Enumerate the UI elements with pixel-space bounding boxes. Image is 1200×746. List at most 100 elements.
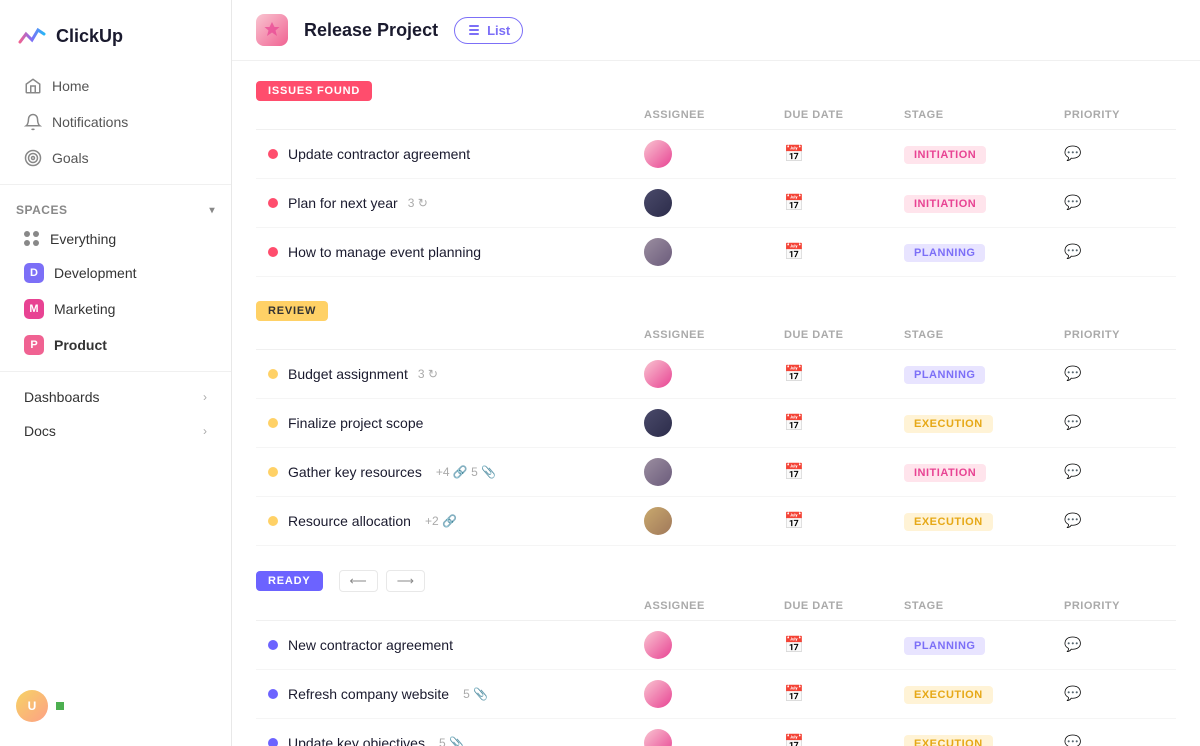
task-name: Budget assignment bbox=[288, 366, 408, 382]
task-row[interactable]: How to manage event planning 📅 PLANNING … bbox=[256, 228, 1176, 277]
calendar-icon: 📅 bbox=[784, 146, 804, 163]
sidebar-dashboards-label: Dashboards bbox=[24, 389, 100, 405]
calendar-icon: 📅 bbox=[784, 415, 804, 432]
sidebar-item-product[interactable]: P Product bbox=[8, 328, 223, 362]
priority-cell: 💬 bbox=[1064, 512, 1164, 530]
stage-badge: EXECUTION bbox=[904, 513, 993, 531]
col-assignee-2: ASSIGNEE bbox=[644, 329, 784, 341]
priority-cell: 💬 bbox=[1064, 365, 1164, 383]
toolbar-btn-2[interactable]: ⟶ bbox=[386, 570, 425, 592]
stage-badge: INITIATION bbox=[904, 146, 986, 164]
task-dot-red bbox=[268, 247, 278, 257]
task-meta: 5 📎 bbox=[463, 687, 488, 701]
task-name: Update key objectives bbox=[288, 735, 425, 746]
stage-cell: INITIATION bbox=[904, 194, 1064, 213]
group-review-header: REVIEW bbox=[256, 301, 1176, 321]
task-row[interactable]: Budget assignment 3 ↻ 📅 PLANNING 💬 bbox=[256, 350, 1176, 399]
stage-cell: PLANNING bbox=[904, 243, 1064, 262]
col-assignee-1: ASSIGNEE bbox=[644, 109, 784, 121]
avatar-cell bbox=[644, 729, 784, 746]
comment-icon: 💬 bbox=[1064, 636, 1081, 652]
due-date-cell: 📅 bbox=[784, 511, 904, 531]
due-date-cell: 📅 bbox=[784, 364, 904, 384]
logo-area: ClickUp bbox=[0, 12, 231, 68]
group-issues: ISSUES FOUND ASSIGNEE DUE DATE STAGE PRI… bbox=[256, 81, 1176, 277]
task-name: Plan for next year bbox=[288, 195, 398, 211]
priority-cell: 💬 bbox=[1064, 243, 1164, 261]
due-date-cell: 📅 bbox=[784, 462, 904, 482]
task-row[interactable]: Update key objectives 5 📎 📅 EXECUTION 💬 bbox=[256, 719, 1176, 746]
col-task-2 bbox=[268, 329, 644, 341]
col-duedate-3: DUE DATE bbox=[784, 600, 904, 612]
task-dot-red bbox=[268, 198, 278, 208]
sidebar-item-notifications[interactable]: Notifications bbox=[8, 105, 223, 139]
sidebar-everything-label: Everything bbox=[50, 231, 116, 247]
task-row[interactable]: Finalize project scope 📅 EXECUTION 💬 bbox=[256, 399, 1176, 448]
col-priority-3: PRIORITY bbox=[1064, 600, 1164, 612]
task-name-cell: Resource allocation +2 🔗 bbox=[268, 513, 644, 529]
stage-cell: INITIATION bbox=[904, 463, 1064, 482]
group-badge-issues[interactable]: ISSUES FOUND bbox=[256, 81, 372, 101]
sidebar-docs-label: Docs bbox=[24, 423, 56, 439]
avatar bbox=[644, 507, 672, 535]
task-name-cell: Gather key resources +4 🔗 5 📎 bbox=[268, 464, 644, 480]
comment-icon: 💬 bbox=[1064, 463, 1081, 479]
toolbar-btn-1[interactable]: ⟵ bbox=[339, 570, 378, 592]
sidebar-item-docs[interactable]: Docs › bbox=[8, 415, 223, 447]
calendar-icon: 📅 bbox=[784, 464, 804, 481]
sidebar-item-goals[interactable]: Goals bbox=[8, 141, 223, 175]
stage-cell: EXECUTION bbox=[904, 685, 1064, 704]
view-toggle-button[interactable]: List bbox=[454, 17, 523, 44]
task-name: New contractor agreement bbox=[288, 637, 453, 653]
sidebar-product-label: Product bbox=[54, 337, 107, 353]
sidebar-item-marketing[interactable]: M Marketing bbox=[8, 292, 223, 326]
calendar-icon: 📅 bbox=[784, 735, 804, 746]
group-badge-review[interactable]: REVIEW bbox=[256, 301, 328, 321]
bell-icon bbox=[24, 113, 42, 131]
task-dot-red bbox=[268, 149, 278, 159]
chevron-down-icon[interactable]: ▾ bbox=[209, 205, 215, 216]
task-meta: 5 📎 bbox=[439, 736, 464, 746]
task-row[interactable]: Gather key resources +4 🔗 5 📎 📅 INITIATI… bbox=[256, 448, 1176, 497]
group-ready: READY ⟵ ⟶ ASSIGNEE DUE DATE STAGE PRIORI… bbox=[256, 570, 1176, 746]
everything-icon bbox=[24, 231, 40, 247]
table-header-issues: ASSIGNEE DUE DATE STAGE PRIORITY bbox=[256, 101, 1176, 130]
task-row[interactable]: New contractor agreement 📅 PLANNING 💬 bbox=[256, 621, 1176, 670]
task-row[interactable]: Refresh company website 5 📎 📅 EXECUTION … bbox=[256, 670, 1176, 719]
stage-badge: EXECUTION bbox=[904, 686, 993, 704]
task-name: Resource allocation bbox=[288, 513, 411, 529]
user-avatar[interactable]: U bbox=[16, 690, 48, 722]
task-name: Finalize project scope bbox=[288, 415, 423, 431]
task-row[interactable]: Update contractor agreement 📅 INITIATION… bbox=[256, 130, 1176, 179]
sidebar-home-label: Home bbox=[52, 78, 89, 94]
spaces-header: Spaces ▾ bbox=[0, 193, 231, 223]
stage-cell: PLANNING bbox=[904, 636, 1064, 655]
col-priority-2: PRIORITY bbox=[1064, 329, 1164, 341]
sidebar-item-home[interactable]: Home bbox=[8, 69, 223, 103]
product-badge: P bbox=[24, 335, 44, 355]
home-icon bbox=[24, 77, 42, 95]
task-name-cell: How to manage event planning bbox=[268, 244, 644, 260]
stage-cell: INITIATION bbox=[904, 145, 1064, 164]
sidebar-item-development[interactable]: D Development bbox=[8, 256, 223, 290]
sidebar-item-everything[interactable]: Everything bbox=[8, 224, 223, 254]
task-row[interactable]: Plan for next year 3 ↻ 📅 INITIATION 💬 bbox=[256, 179, 1176, 228]
due-date-cell: 📅 bbox=[784, 193, 904, 213]
clickup-logo-icon bbox=[16, 20, 48, 52]
avatar-cell bbox=[644, 189, 784, 217]
stage-cell: EXECUTION bbox=[904, 734, 1064, 746]
task-row[interactable]: Resource allocation +2 🔗 📅 EXECUTION 💬 bbox=[256, 497, 1176, 546]
group-badge-ready[interactable]: READY bbox=[256, 571, 323, 591]
stage-badge: EXECUTION bbox=[904, 735, 993, 746]
task-name-cell: Refresh company website 5 📎 bbox=[268, 686, 644, 702]
priority-cell: 💬 bbox=[1064, 194, 1164, 212]
sidebar-item-dashboards[interactable]: Dashboards › bbox=[8, 381, 223, 413]
avatar-cell bbox=[644, 360, 784, 388]
task-meta: 3 ↻ bbox=[418, 367, 438, 381]
table-header-ready: ASSIGNEE DUE DATE STAGE PRIORITY bbox=[256, 592, 1176, 621]
col-task bbox=[268, 109, 644, 121]
col-task-3 bbox=[268, 600, 644, 612]
task-dot-yellow bbox=[268, 418, 278, 428]
comment-icon: 💬 bbox=[1064, 194, 1081, 210]
chevron-right-icon-2: › bbox=[203, 424, 207, 438]
